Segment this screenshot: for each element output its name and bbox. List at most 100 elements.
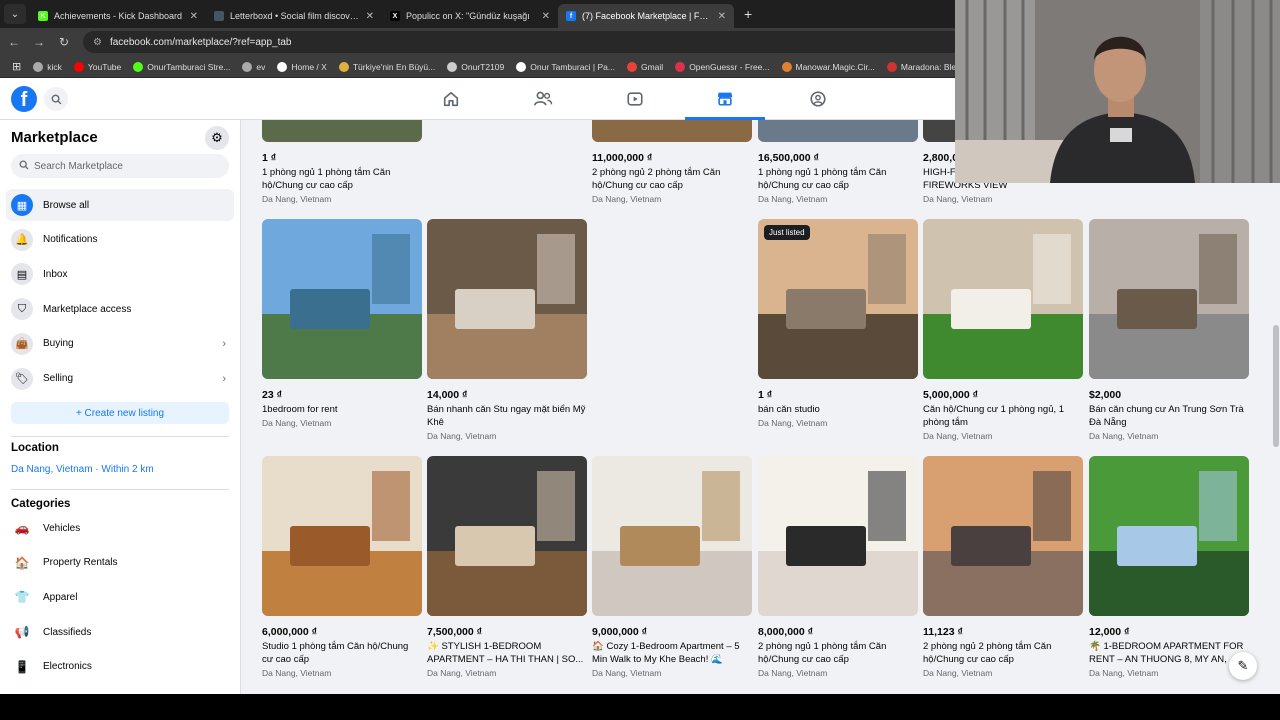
marketplace-search-input[interactable]: Search Marketplace: [11, 154, 229, 178]
listing-title: 2 phòng ngủ 2 phòng tắm Căn hộ/Chung cư …: [923, 641, 1052, 665]
browser-tab[interactable]: f (7) Facebook Marketplace | Facebook ✕: [558, 4, 734, 28]
listing-photo[interactable]: [427, 219, 587, 379]
tab-search-icon[interactable]: ⌄: [4, 4, 26, 24]
listing-card[interactable]: 6,000,000 ₫ Studio 1 phòng tắm Căn hộ/Chu…: [262, 456, 422, 678]
listing-photo[interactable]: [262, 120, 422, 142]
bookmark-item[interactable]: OnurTamburaci Stre...: [133, 61, 230, 72]
listing-photo[interactable]: [427, 456, 587, 616]
bookmark-favicon-icon: [73, 61, 84, 72]
listing-card[interactable]: 14,000 ₫ Bán nhanh căn Stu ngay mặt biển …: [427, 219, 587, 441]
bookmark-favicon-icon: [242, 61, 253, 72]
home-nav-icon[interactable]: [411, 78, 491, 120]
listing-card[interactable]: 1 ₫ 1 phòng ngủ 1 phòng tắm Căn hộ/Chung …: [262, 120, 422, 204]
sidebar-item-browse-all[interactable]: ▦ Browse all: [6, 189, 234, 221]
listing-photo[interactable]: [923, 219, 1083, 379]
listing-photo[interactable]: [1089, 219, 1249, 379]
bookmark-item[interactable]: Home / X: [277, 61, 327, 72]
listing-price: 11,123 ₫: [923, 626, 963, 638]
settings-gear-icon[interactable]: ⚙: [205, 126, 229, 150]
category-property-rentals[interactable]: 🏠 Property Rentals: [6, 548, 234, 578]
listing-price: 5,000,000 ₫: [923, 389, 979, 401]
sidebar-item-marketplace-access[interactable]: ⛉ Marketplace access: [6, 293, 234, 325]
listing-card[interactable]: 5,000,000 ₫ Căn hộ/Chung cư 1 phòng ngủ, …: [923, 219, 1083, 441]
listing-location: Da Nang, Vietnam: [923, 194, 993, 204]
new-message-compose-icon[interactable]: ✎: [1229, 652, 1257, 680]
category-vehicles[interactable]: 🚗 Vehicles: [6, 513, 234, 543]
browser-tab[interactable]: K Achievements - Kick Dashboard ✕: [30, 4, 206, 28]
listing-location: Da Nang, Vietnam: [1089, 431, 1159, 441]
reload-icon[interactable]: ↻: [53, 35, 75, 49]
bookmark-favicon-icon: [338, 61, 349, 72]
listing-photo-image: [262, 456, 422, 616]
apps-grid-icon[interactable]: ⊞: [12, 60, 21, 73]
facebook-search-icon[interactable]: [44, 87, 68, 111]
listing-card[interactable]: 16,500,000 ₫ 1 phòng ngủ 1 phòng tắm Căn …: [758, 120, 918, 204]
sidebar-divider: [11, 436, 229, 437]
webcam-person-image: [955, 0, 1280, 183]
browser-tab[interactable]: X Populicc on X: "Gündüz kuşağı ✕: [382, 4, 558, 28]
house-icon: 🏠: [14, 555, 30, 570]
listing-photo-image: [592, 456, 752, 616]
listing-photo[interactable]: Just listed: [758, 219, 918, 379]
site-info-icon[interactable]: ⚙: [93, 37, 102, 48]
listing-card[interactable]: 23 ₫ 1bedroom for rent Da Nang, Vietnam: [262, 219, 422, 428]
marketplace-nav-icon[interactable]: [685, 78, 765, 120]
bookmark-item[interactable]: OpenGuessr - Free...: [675, 61, 770, 72]
category-label: Property Rentals: [43, 557, 118, 569]
listing-price: 9,000,000 ₫: [592, 626, 648, 638]
back-arrow-icon[interactable]: ←: [3, 35, 25, 49]
friends-nav-icon[interactable]: [503, 78, 583, 120]
tab-title: Achievements - Kick Dashboard: [54, 11, 183, 21]
sidebar-item-selling[interactable]: 🏷 Selling ›: [6, 363, 234, 395]
listing-photo[interactable]: [262, 219, 422, 379]
sidebar-item-notifications[interactable]: 🔔 Notifications: [6, 224, 234, 256]
sidebar-item-buying[interactable]: 👜 Buying ›: [6, 328, 234, 360]
listing-card[interactable]: 8,000,000 ₫ 2 phòng ngủ 1 phòng tắm Căn h…: [758, 456, 918, 678]
listing-location: Da Nang, Vietnam: [592, 194, 662, 204]
listing-card[interactable]: 9,000,000 ₫ 🏠 Cozy 1-Bedroom Apartment – …: [592, 456, 752, 678]
category-apparel[interactable]: 👕 Apparel: [6, 582, 234, 612]
new-tab-icon[interactable]: +: [744, 6, 752, 22]
bookmark-label: OnurT2109: [461, 61, 505, 72]
groups-nav-icon[interactable]: [778, 78, 858, 120]
listing-card[interactable]: 11,000,000 ₫ 2 phòng ngủ 2 phòng tắm Căn …: [592, 120, 752, 204]
bookmark-item[interactable]: Türkiye'nin En Büyü...: [338, 61, 435, 72]
bookmark-item[interactable]: Onur Tamburaci | Pa...: [516, 61, 615, 72]
listing-photo[interactable]: [1089, 456, 1249, 616]
category-electronics[interactable]: 📱 Electronics: [6, 652, 234, 682]
sidebar-item-inbox[interactable]: ▤ Inbox: [6, 258, 234, 290]
listing-photo[interactable]: [923, 456, 1083, 616]
bookmark-item[interactable]: Gmail: [626, 61, 663, 72]
location-filter-link[interactable]: Da Nang, Vietnam · Within 2 km: [11, 464, 154, 475]
listing-card[interactable]: 11,123 ₫ 2 phòng ngủ 2 phòng tắm Căn hộ/C…: [923, 456, 1083, 678]
listing-photo[interactable]: [758, 456, 918, 616]
bookmark-item[interactable]: Manowar.Magic.Cir...: [781, 61, 875, 72]
bookmark-item[interactable]: YouTube: [73, 61, 121, 72]
listing-photo[interactable]: [592, 456, 752, 616]
tab-close-icon[interactable]: ✕: [542, 11, 550, 22]
bookmark-item[interactable]: ev: [242, 61, 265, 72]
bookmark-item[interactable]: OnurT2109: [447, 61, 505, 72]
listing-card[interactable]: 7,500,000 ₫ ✨ STYLISH 1-BEDROOM APARTMENT…: [427, 456, 587, 678]
create-new-listing-button[interactable]: + Create new listing: [11, 402, 229, 424]
listing-photo[interactable]: [592, 120, 752, 142]
browser-tab[interactable]: Letterboxd • Social film discovery ✕: [206, 4, 382, 28]
listing-card[interactable]: $2,000 Bán căn chung cư An Trung Sơn Trà …: [1089, 219, 1249, 441]
category-classifieds[interactable]: 📢 Classifieds: [6, 617, 234, 647]
listing-photo[interactable]: [758, 120, 918, 142]
listing-title: Bán căn chung cư An Trung Sơn Trà Đà Nẵn…: [1089, 404, 1244, 428]
listing-card[interactable]: 12,000 ₫ 🌴 1-BEDROOM APARTMENT FOR RENT –…: [1089, 456, 1249, 678]
tab-close-icon[interactable]: ✕: [366, 11, 374, 22]
listing-photo[interactable]: [262, 456, 422, 616]
sidebar-item-label: Selling: [43, 373, 74, 384]
bookmark-item[interactable]: kick: [33, 61, 62, 72]
listing-card[interactable]: Just listed 1 ₫ bán căn studio Da Nang, Vie…: [758, 219, 918, 428]
sidebar-item-label: Inbox: [43, 268, 68, 280]
tab-close-icon[interactable]: ✕: [190, 11, 198, 22]
scrollbar-thumb[interactable]: [1273, 325, 1279, 447]
listing-title: 🏠 Cozy 1-Bedroom Apartment – 5 Min Walk …: [592, 641, 740, 665]
forward-arrow-icon[interactable]: →: [28, 35, 50, 49]
tab-close-icon[interactable]: ✕: [718, 11, 726, 22]
facebook-logo-icon[interactable]: f: [11, 86, 37, 112]
video-nav-icon[interactable]: [595, 78, 675, 120]
